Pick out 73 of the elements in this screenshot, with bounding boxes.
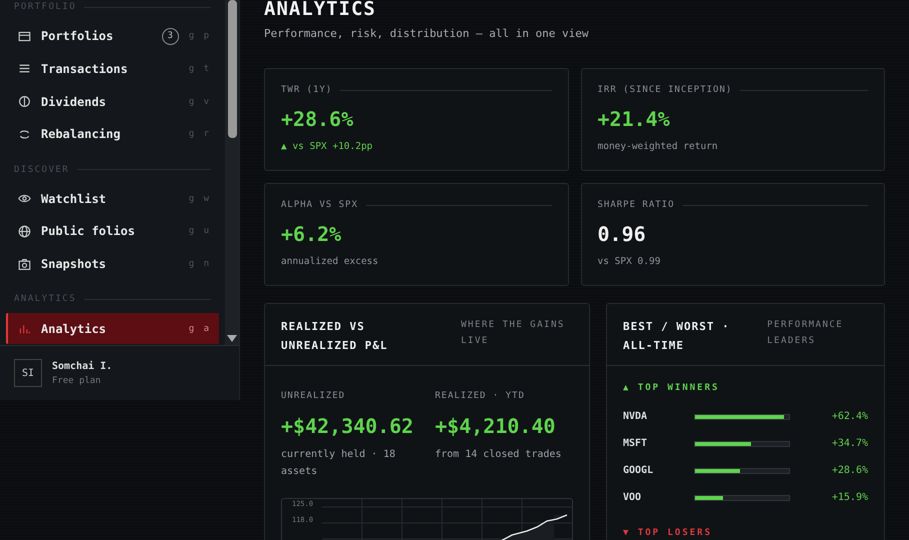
- ticker-symbol: MSFT: [623, 438, 648, 449]
- list-icon: [18, 62, 31, 76]
- coin-icon: [18, 95, 31, 108]
- nav-label: Public folios: [41, 224, 136, 238]
- change-value: +15.9%: [832, 492, 868, 503]
- nav-item[interactable]: Public folios g u: [6, 216, 219, 247]
- refresh-icon: [18, 128, 31, 141]
- nav-item[interactable]: Snapshots g n: [6, 248, 219, 280]
- pnl-note: from 14 closed trades: [435, 448, 562, 462]
- metric-label: TWR (1Y): [281, 85, 332, 95]
- section-label: DISCOVER: [14, 164, 70, 174]
- section-label: PORTFOLIO: [14, 2, 76, 12]
- section-label: ▼ TOP LOSERS: [622, 528, 714, 538]
- metric-note: vs SPX 0.99: [598, 256, 662, 267]
- ticker-symbol: GOOGL: [623, 465, 654, 476]
- user-name: Somchai I.: [52, 360, 112, 372]
- change-value: +62.4%: [832, 411, 868, 422]
- shortcut-hint: g v: [188, 96, 211, 107]
- nav-item[interactable]: Transactions g t: [6, 54, 219, 84]
- metric-label: IRR (SINCE INCEPTION): [598, 85, 732, 95]
- page-subtitle: Performance, risk, distribution — all in one view: [264, 27, 590, 40]
- pnl-note: currently held · 18 assets: [281, 448, 396, 479]
- nav-label: Dividends: [41, 94, 108, 109]
- panel-caption: PERFORMANCE LEADERS: [767, 319, 844, 348]
- nav-item[interactable]: Dividends g v: [6, 86, 219, 117]
- metric-value: 0.96: [598, 222, 647, 246]
- nav-label: Analytics: [41, 322, 108, 336]
- metric-note: money-weighted return: [598, 141, 719, 152]
- metric-note: ▲ vs SPX +10.2pp: [281, 141, 374, 152]
- nav-label: Portfolios: [41, 29, 114, 44]
- metric-note: annualized excess: [281, 256, 380, 267]
- page-title: ANALYTICS: [264, 0, 377, 20]
- pnl-value: +$42,340.62: [281, 414, 414, 438]
- shortcut-hint: g r: [188, 129, 211, 140]
- metric-label: SHARPE RATIO: [598, 200, 675, 210]
- metric-value: +21.4%: [598, 107, 671, 131]
- nav-item[interactable]: Analytics g a: [6, 313, 219, 344]
- user-plan: Free plan: [52, 376, 102, 386]
- nav-item[interactable]: Watchlist g w: [6, 184, 219, 214]
- change-value: +34.7%: [832, 438, 868, 449]
- nav-label: Transactions: [41, 62, 129, 76]
- shortcut-hint: g p: [188, 31, 211, 42]
- nav-label: Watchlist: [41, 192, 108, 206]
- pnl-value: +$4,210.40: [435, 414, 556, 438]
- metric-value: +28.6%: [281, 107, 354, 131]
- count-badge: 3: [162, 28, 179, 45]
- section-label: ANALYTICS: [14, 294, 76, 304]
- metric-label: ALPHA VS SPX: [281, 200, 358, 210]
- user-avatar: SI: [14, 359, 42, 387]
- shortcut-hint: g t: [188, 64, 211, 74]
- shortcut-hint: g a: [188, 324, 211, 334]
- shortcut-hint: g u: [188, 226, 211, 236]
- panel-title: BEST / WORST · ALL-TIME: [623, 319, 731, 354]
- nav-label: Snapshots: [41, 257, 108, 272]
- nav-item[interactable]: Portfolios 3 g p: [6, 21, 219, 52]
- nav-label: Rebalancing: [41, 127, 122, 142]
- metric-value: +6.2%: [281, 222, 342, 246]
- ticker-symbol: VOO: [623, 492, 642, 503]
- card-icon: [18, 30, 31, 43]
- change-value: +28.6%: [832, 465, 868, 476]
- panel-title: REALIZED VS UNREALIZED P&L: [281, 319, 389, 354]
- shortcut-hint: g w: [188, 194, 211, 204]
- scrollbar-thumb[interactable]: [228, 0, 236, 138]
- ticker-symbol: NVDA: [623, 411, 648, 422]
- section-label: ▲ TOP WINNERS: [622, 383, 720, 393]
- globe-icon: [18, 224, 31, 238]
- panel-caption: WHERE THE GAINS LIVE: [461, 319, 566, 348]
- nav-item[interactable]: Rebalancing g r: [6, 118, 219, 150]
- pnl-label: REALIZED · YTD: [435, 391, 525, 401]
- camera-icon: [18, 258, 31, 271]
- scroll-down-icon[interactable]: [227, 335, 237, 342]
- shortcut-hint: g n: [188, 259, 211, 270]
- pnl-label: UNREALIZED: [281, 391, 346, 401]
